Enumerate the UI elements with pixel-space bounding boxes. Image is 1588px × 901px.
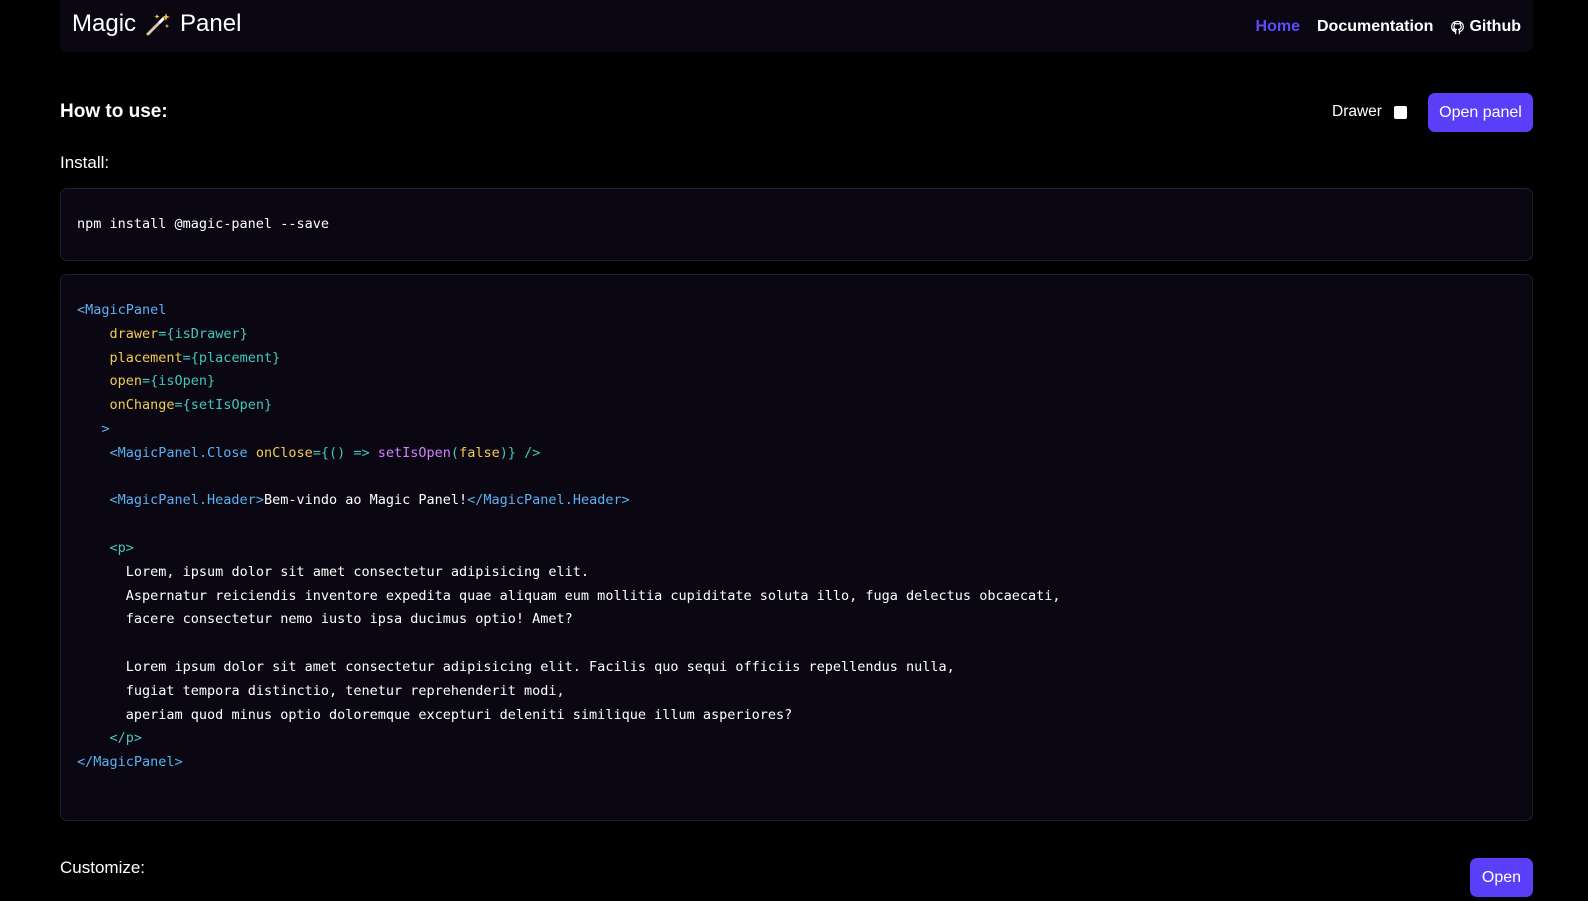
code-line-9-text: Bem-vindo ao Magic Panel! [263,492,468,509]
usage-code: <MagicPanel drawer={isDrawer} placement=… [77,299,1060,775]
code-line-4-val: ={isOpen} [142,373,216,390]
code-line-7-v2: ( [450,444,460,461]
install-code-block: npm install @magic-panel --save [60,188,1533,261]
code-line-1: <MagicPanel [77,302,167,318]
code-line-9-close: </MagicPanel.Header> [467,492,630,509]
how-to-use-heading: How to use: [60,101,168,122]
code-line-17: fugiat tempora distinctio, tenetur repre… [125,682,565,699]
install-label: Install: [60,153,110,172]
open-button[interactable]: Open [1470,858,1533,897]
code-line-7-kw: false [459,444,500,461]
magic-wand-icon [146,13,171,36]
code-line-3-attr: placement [109,349,183,366]
install-command: npm install @magic-panel --save [77,216,329,232]
code-line-7-v3: )} /> [499,444,541,461]
nav-home-link[interactable]: Home [1256,18,1300,36]
open-panel-button[interactable]: Open panel [1428,93,1533,132]
brand-logo[interactable]: Magic Panel [72,10,241,38]
code-line-7-fn: setIsOpen [377,444,451,461]
code-line-7-v1: ={() => [312,444,378,461]
code-line-7-tag: <MagicPanel.Close [109,444,248,461]
brand-name-right: Panel [180,10,242,37]
code-line-2-attr: drawer [109,325,159,342]
code-line-16: Lorem ipsum dolor sit amet consectetur a… [125,658,955,675]
code-line-4-attr: open [109,373,143,390]
code-line-6: > [101,420,110,437]
drawer-toggle[interactable]: Drawer [1332,103,1407,121]
nav-github-label: Github [1469,18,1521,35]
github-icon [1451,20,1465,34]
drawer-checkbox[interactable] [1393,105,1407,119]
code-line-7-attr: onClose [255,444,313,461]
nav-links: Home Documentation Github [1256,18,1521,36]
code-line-20: </MagicPanel> [77,754,183,771]
code-line-19: </p> [109,730,143,747]
code-line-9-open: <MagicPanel.Header> [109,492,264,509]
usage-code-block: <MagicPanel drawer={isDrawer} placement=… [60,274,1533,821]
code-line-5-attr: onChange [109,397,175,414]
customize-label: Customize: [60,858,146,877]
nav-documentation-link[interactable]: Documentation [1317,18,1433,36]
brand-name-left: Magic [72,10,137,37]
top-navbar: Magic Panel Home Documentation Github [60,0,1533,52]
code-line-12: Lorem, ipsum dolor sit amet consectetur … [125,563,590,580]
code-line-2-val: ={isDrawer} [158,325,248,342]
nav-github-link[interactable]: Github [1450,18,1521,36]
code-line-18: aperiam quod minus optio doloremque exce… [125,706,793,723]
code-line-3-val: ={placement} [182,349,281,366]
code-line-5-val: ={setIsOpen} [174,397,273,414]
code-line-13: Aspernatur reiciendis inventore expedita… [125,587,1061,604]
code-line-14: facere consectetur nemo iusto ipsa ducim… [125,611,573,628]
code-line-11: <p> [109,539,134,556]
drawer-label: Drawer [1332,103,1382,120]
